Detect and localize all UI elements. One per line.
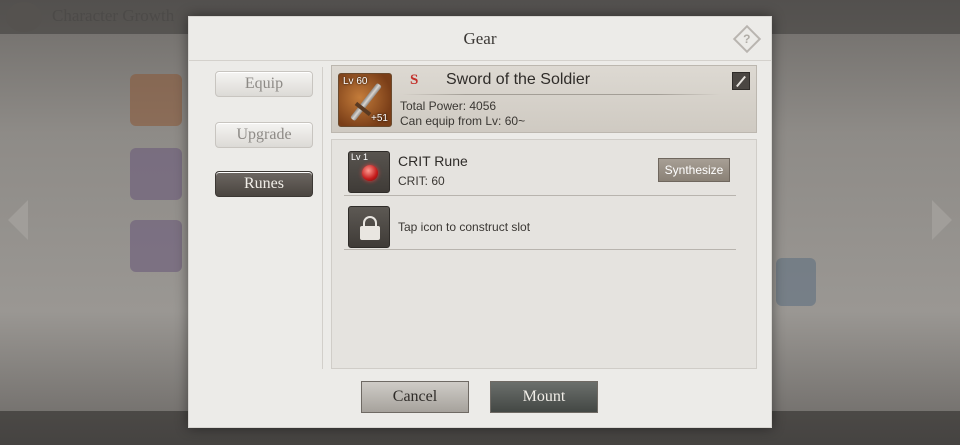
runes-panel: Lv 1 CRIT Rune CRIT: 60 Synthesize Tap i… <box>331 139 757 369</box>
rune-stat: CRIT: 60 <box>398 174 445 188</box>
rune-slot-2: Tap icon to construct slot <box>344 202 736 250</box>
background-title: Character Growth <box>52 6 175 25</box>
background-tile <box>130 74 182 126</box>
background-avatar <box>6 2 42 32</box>
item-level: Lv 60 <box>343 76 368 87</box>
tab-equip[interactable]: Equip <box>215 71 313 97</box>
edit-icon[interactable] <box>732 72 750 90</box>
mount-button[interactable]: Mount <box>490 381 598 413</box>
synthesize-button[interactable]: Synthesize <box>658 158 730 182</box>
item-rank: S <box>410 72 419 88</box>
sword-icon[interactable]: Lv 60 +51 <box>338 73 392 127</box>
background-tile <box>130 220 182 272</box>
red-gem-icon <box>362 165 378 181</box>
divider <box>402 94 720 95</box>
item-card: Lv 60 +51 S Sword of the Soldier Total P… <box>331 65 757 133</box>
crit-rune-icon[interactable]: Lv 1 <box>348 151 390 193</box>
cancel-button[interactable]: Cancel <box>361 381 469 413</box>
rune-slot-1: Lv 1 CRIT Rune CRIT: 60 Synthesize <box>344 148 736 196</box>
rune-level: Lv 1 <box>351 152 369 162</box>
help-icon[interactable]: ? <box>732 24 762 54</box>
locked-slot-hint: Tap icon to construct slot <box>398 220 531 234</box>
item-enhance-level: +51 <box>371 113 388 124</box>
lock-icon[interactable] <box>348 206 390 248</box>
background-tile <box>130 148 182 200</box>
background-tile <box>776 258 816 306</box>
tab-upgrade[interactable]: Upgrade <box>215 122 313 148</box>
rune-name: CRIT Rune <box>398 153 468 169</box>
gear-dialog: Gear ? Equip Upgrade Runes Lv 60 +51 S S… <box>188 16 772 428</box>
help-diamond: ? <box>732 24 762 54</box>
item-name: Sword of the Soldier <box>446 71 591 88</box>
item-equip-requirement: Can equip from Lv: 60~ <box>400 114 526 128</box>
dialog-title: Gear <box>463 29 497 48</box>
item-total-power: Total Power: 4056 <box>400 99 497 113</box>
tab-column: Equip Upgrade Runes <box>205 67 323 369</box>
dialog-header: Gear ? <box>189 17 771 61</box>
tab-runes[interactable]: Runes <box>215 171 313 197</box>
